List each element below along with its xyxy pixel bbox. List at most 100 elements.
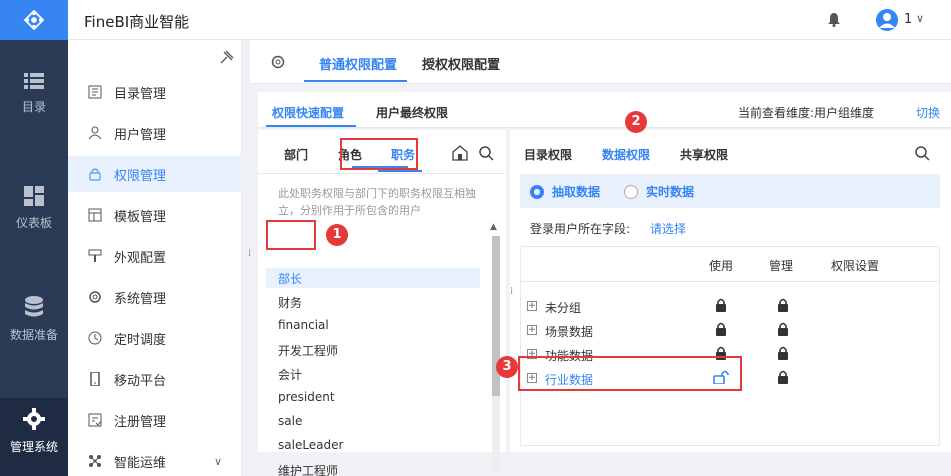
clock-icon bbox=[88, 331, 102, 345]
nav-dashboard[interactable]: 仪表板 bbox=[0, 186, 68, 231]
pin-icon[interactable] bbox=[220, 50, 234, 64]
menu-item-label: 移动平台 bbox=[114, 373, 167, 389]
menu-item-label: 智能运维 bbox=[114, 455, 167, 471]
bell-icon[interactable] bbox=[828, 13, 840, 27]
select-field-link[interactable]: 请选择 bbox=[650, 220, 686, 237]
splitter-handle[interactable]: ⁞ bbox=[510, 287, 513, 297]
row-label: 场景数据 bbox=[545, 325, 594, 339]
tab-department[interactable]: 部门 bbox=[284, 146, 308, 163]
tab-share-permission[interactable]: 共享权限 bbox=[680, 146, 728, 163]
menu-item-directory[interactable]: 目录管理 bbox=[68, 74, 242, 110]
list-item[interactable]: 开发工程师 bbox=[278, 342, 338, 362]
lock-icon[interactable] bbox=[777, 322, 789, 336]
template-icon bbox=[88, 208, 102, 222]
step-badge: 2 bbox=[625, 111, 647, 133]
list-item[interactable]: 部长 bbox=[278, 270, 302, 290]
menu-item-templates[interactable]: 模板管理 bbox=[68, 197, 242, 233]
radio-extract-data[interactable]: 抽取数据 bbox=[530, 183, 600, 200]
admin-menu: 目录管理 用户管理 权限管理 模板管理 外观配置 系统管理 定时调度 移动平台 … bbox=[68, 40, 242, 476]
menu-item-mobile[interactable]: 移动平台 bbox=[68, 361, 242, 397]
role-panel: 部门 角色 职务 此处职务权限与部门下的职务权限互相独立，分别作用于所包含的用户… bbox=[258, 130, 506, 476]
nav-admin-system[interactable]: 管理系统 bbox=[0, 398, 68, 476]
table-row[interactable]: + 场景数据 bbox=[527, 321, 937, 341]
highlight-frame-role bbox=[266, 220, 316, 250]
org-structure-icon[interactable] bbox=[452, 145, 468, 161]
brush-icon bbox=[88, 249, 102, 262]
list-item[interactable]: saleLeader bbox=[278, 438, 343, 458]
list-item[interactable]: financial bbox=[278, 318, 329, 338]
tab-directory-permission[interactable]: 目录权限 bbox=[524, 146, 572, 163]
gear-icon bbox=[89, 291, 101, 303]
list-item[interactable]: president bbox=[278, 390, 335, 410]
app-title: FineBI商业智能 bbox=[84, 13, 190, 31]
menu-item-register[interactable]: 注册管理 bbox=[68, 402, 242, 438]
tab-underline bbox=[304, 80, 407, 82]
menu-item-label: 系统管理 bbox=[114, 291, 167, 307]
menu-item-label: 权限管理 bbox=[114, 168, 167, 184]
finebi-logo-icon[interactable] bbox=[0, 0, 68, 40]
menu-item-users[interactable]: 用户管理 bbox=[68, 115, 242, 151]
expand-icon[interactable]: + bbox=[527, 301, 537, 311]
radio-label: 抽取数据 bbox=[552, 185, 601, 199]
search-icon[interactable] bbox=[914, 145, 930, 161]
list-icon bbox=[24, 73, 44, 89]
tab-user-final-permission[interactable]: 用户最终权限 bbox=[376, 104, 448, 121]
row-label: 未分组 bbox=[545, 301, 582, 315]
tab-data-permission[interactable]: 数据权限 bbox=[602, 146, 650, 163]
radio-realtime-data[interactable]: 实时数据 bbox=[624, 183, 694, 200]
database-icon bbox=[25, 296, 43, 317]
nav-directory[interactable]: 目录 bbox=[0, 72, 68, 115]
top-header: FineBI商业智能 1 ∨ bbox=[68, 0, 951, 40]
tab-underline bbox=[378, 170, 422, 172]
tab-quick-config[interactable]: 权限快速配置 bbox=[272, 104, 344, 121]
switch-link[interactable]: 切换 bbox=[916, 104, 940, 121]
menu-item-permissions[interactable]: 权限管理 bbox=[68, 156, 242, 192]
menu-item-appearance[interactable]: 外观配置 bbox=[68, 238, 242, 274]
register-icon bbox=[88, 413, 102, 427]
radio-label: 实时数据 bbox=[646, 185, 695, 199]
chevron-down-icon[interactable]: ∨ bbox=[214, 455, 222, 468]
nav-directory-label: 目录 bbox=[21, 100, 46, 114]
gear-icon[interactable] bbox=[270, 54, 286, 70]
tab-normal-permission[interactable]: 普通权限配置 bbox=[319, 54, 397, 73]
tab-underline bbox=[266, 125, 356, 127]
menu-item-ops[interactable]: 智能运维 ∨ bbox=[68, 443, 242, 476]
nav-dashboard-label: 仪表板 bbox=[15, 216, 52, 230]
ops-icon bbox=[89, 455, 101, 467]
menu-item-label: 注册管理 bbox=[114, 414, 167, 430]
data-mode-radios: 抽取数据 实时数据 bbox=[520, 174, 940, 208]
search-icon[interactable] bbox=[478, 145, 494, 161]
menu-item-system[interactable]: 系统管理 bbox=[68, 279, 242, 315]
lock-icon[interactable] bbox=[715, 298, 727, 312]
menu-item-label: 目录管理 bbox=[114, 86, 167, 102]
user-name[interactable]: 1 bbox=[904, 12, 912, 27]
top-tabs: 普通权限配置 授权权限配置 bbox=[250, 40, 951, 84]
column-header: 管理 bbox=[769, 259, 794, 273]
user-menu-caret[interactable]: ∨ bbox=[916, 12, 924, 25]
dimension-label: 当前查看维度:用户组维度 bbox=[738, 106, 875, 120]
menu-item-schedule[interactable]: 定时调度 bbox=[68, 320, 242, 356]
column-header: 权限设置 bbox=[831, 259, 880, 273]
expand-icon[interactable]: + bbox=[527, 325, 537, 335]
list-item[interactable]: 财务 bbox=[278, 294, 302, 314]
list-item[interactable]: 会计 bbox=[278, 366, 302, 386]
list-item[interactable]: sale bbox=[278, 414, 302, 434]
gear-icon bbox=[23, 408, 45, 430]
step-badge: 1 bbox=[326, 224, 348, 246]
tab-grant-permission[interactable]: 授权权限配置 bbox=[422, 54, 500, 73]
tab-underline bbox=[352, 166, 408, 168]
nav-data-prep[interactable]: 数据准备 bbox=[0, 296, 68, 343]
scroll-up-icon[interactable]: ▲ bbox=[490, 222, 497, 232]
radio-on-icon bbox=[530, 184, 544, 199]
nav-admin-system-label: 管理系统 bbox=[9, 440, 58, 454]
lock-icon[interactable] bbox=[777, 346, 789, 360]
lock-icon[interactable] bbox=[777, 370, 789, 384]
list-item[interactable]: 维护工程师 bbox=[278, 462, 338, 476]
lock-icon[interactable] bbox=[777, 298, 789, 312]
radio-off-icon bbox=[624, 184, 638, 199]
avatar[interactable] bbox=[876, 9, 898, 31]
table-row[interactable]: + 未分组 bbox=[527, 297, 937, 317]
scrollbar[interactable]: ▲ ▼ bbox=[490, 222, 502, 476]
permission-tabs: 目录权限 数据权限 共享权限 bbox=[510, 130, 951, 174]
lock-icon[interactable] bbox=[715, 322, 727, 336]
